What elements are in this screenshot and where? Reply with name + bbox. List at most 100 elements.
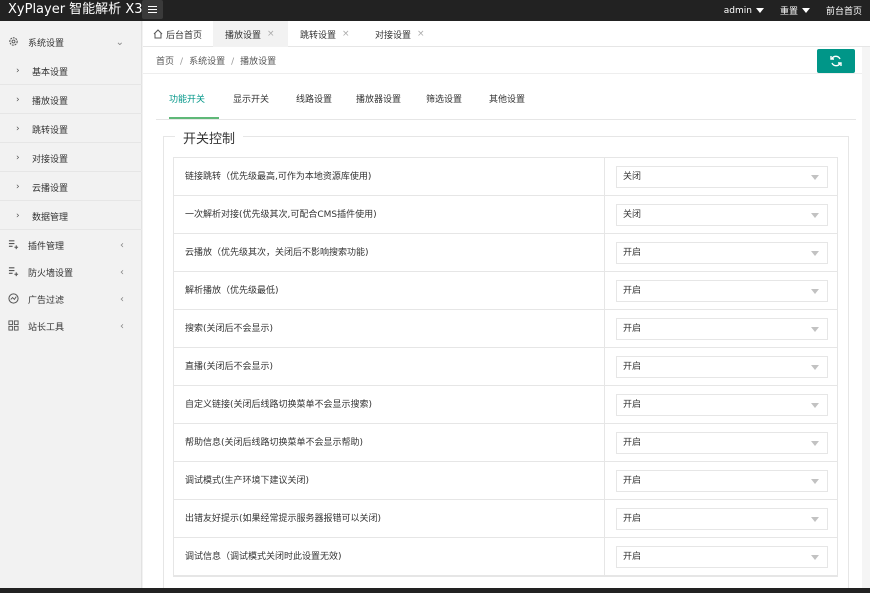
top-nav: admin 重置 前台首页: [716, 0, 870, 21]
subtab-line-settings[interactable]: 线路设置: [296, 94, 332, 119]
switch-select[interactable]: 开启: [616, 508, 828, 530]
caret-down-icon: [811, 327, 819, 332]
select-value: 开启: [623, 286, 642, 296]
caret-down-icon: [755, 8, 764, 13]
select-value: 开启: [623, 248, 642, 258]
tab-play-settings[interactable]: 播放设置 ×: [213, 21, 288, 47]
sidebar-item-system[interactable]: 系统设置 ⌄: [0, 29, 142, 55]
sidebar-item-label: 防火墙设置: [28, 268, 74, 279]
breadcrumb-separator: /: [231, 57, 235, 67]
switch-select[interactable]: 开启: [616, 356, 828, 378]
subtab-other-settings[interactable]: 其他设置: [489, 94, 525, 119]
breadcrumb-home[interactable]: 首页: [156, 57, 174, 67]
chevron-right-icon: ›: [16, 153, 20, 163]
sidebar-subitem-data[interactable]: › 数据管理: [0, 203, 142, 229]
select-value: 开启: [623, 552, 642, 562]
sidebar-subitem-dock[interactable]: › 对接设置: [0, 145, 142, 171]
admin-label: admin: [723, 5, 752, 16]
top-bar: XyPlayer 智能解析 X3 admin 重置 前台首页: [0, 0, 870, 21]
table-row: 自定义链接(关闭后线路切换菜单不会显示搜索) 开启: [174, 386, 837, 424]
caret-down-icon: [811, 365, 819, 370]
section-title: 开关控制: [175, 128, 244, 147]
sidebar-subitem-label: 播放设置: [32, 96, 69, 107]
reset-menu[interactable]: 重置: [772, 4, 818, 17]
gear-icon: [9, 37, 18, 46]
table-row: 调试信息（调试模式关闭时此设置无效) 开启: [174, 538, 837, 576]
switch-select[interactable]: 开启: [616, 280, 828, 302]
caret-down-icon: [811, 555, 819, 560]
chevron-down-icon: ⌄: [115, 36, 124, 48]
subtab-player-settings[interactable]: 播放器设置: [356, 94, 401, 119]
sidebar-item-label: 插件管理: [28, 241, 65, 252]
caret-down-icon: [811, 289, 819, 294]
sidebar-subitem-label: 对接设置: [32, 154, 69, 165]
sidebar-subitem-jump[interactable]: › 跳转设置: [0, 116, 142, 142]
close-icon[interactable]: ×: [417, 29, 425, 39]
sidebar-subitem-label: 云播设置: [32, 183, 69, 194]
row-label: 调试模式(生产环境下建议关闭): [174, 462, 605, 500]
switch-select[interactable]: 开启: [616, 318, 828, 340]
brand-title: XyPlayer 智能解析 X3: [8, 2, 143, 17]
chevron-right-icon: ›: [16, 95, 20, 105]
subtab-display-switch[interactable]: 显示开关: [233, 94, 269, 119]
tab-label: 对接设置: [375, 30, 412, 41]
table-row: 云播放（优先级其次，关闭后不影响搜索功能) 开启: [174, 234, 837, 272]
select-value: 关闭: [623, 210, 642, 220]
table-row: 链接跳转（优先级最高,可作为本地资源库使用) 关闭: [174, 158, 837, 196]
select-value: 开启: [623, 362, 642, 372]
sidebar-subitem-cloud[interactable]: › 云播设置: [0, 174, 142, 200]
chevron-right-icon: ›: [16, 211, 20, 221]
chevron-right-icon: ›: [16, 182, 20, 192]
table-row: 帮助信息(关闭后线路切换菜单不会显示帮助) 开启: [174, 424, 837, 462]
admin-menu[interactable]: admin: [716, 6, 772, 16]
sidebar-item-firewall[interactable]: 防火墙设置 ‹: [0, 259, 142, 285]
menu-toggle-button[interactable]: [142, 0, 163, 19]
sidebar-item-adfilter[interactable]: 广告过滤 ‹: [0, 286, 142, 312]
list-add-icon: [8, 267, 19, 277]
row-label: 帮助信息(关闭后线路切换菜单不会显示帮助): [174, 424, 605, 462]
switch-select[interactable]: 开启: [616, 394, 828, 416]
subtab-feature-switch[interactable]: 功能开关: [169, 94, 219, 119]
tab-label: 播放设置: [225, 30, 262, 41]
footer-bar: [0, 588, 870, 593]
chevron-left-icon: ‹: [120, 320, 124, 332]
switch-select[interactable]: 开启: [616, 470, 828, 492]
tab-home[interactable]: 后台首页: [143, 21, 213, 47]
close-icon[interactable]: ×: [267, 29, 275, 39]
tab-label: 后台首页: [166, 30, 203, 41]
breadcrumb-system[interactable]: 系统设置: [189, 57, 225, 67]
chevron-right-icon: ›: [16, 66, 20, 76]
row-label: 云播放（优先级其次，关闭后不影响搜索功能): [174, 234, 605, 272]
select-value: 开启: [623, 324, 642, 334]
switch-select[interactable]: 开启: [616, 242, 828, 264]
switch-select[interactable]: 开启: [616, 432, 828, 454]
caret-down-icon: [811, 175, 819, 180]
chevron-left-icon: ‹: [120, 239, 124, 251]
sidebar-subitem-play[interactable]: › 播放设置: [0, 87, 142, 113]
frontend-link[interactable]: 前台首页: [818, 4, 870, 17]
sidebar-item-plugins[interactable]: 插件管理 ‹: [0, 232, 142, 258]
switch-select[interactable]: 关闭: [616, 166, 828, 188]
table-row: 出错友好提示(如果经常提示服务器报错可以关闭) 开启: [174, 500, 837, 538]
sidebar-subitem-basic[interactable]: › 基本设置: [0, 58, 142, 84]
select-value: 开启: [623, 400, 642, 410]
breadcrumb-separator: /: [180, 57, 184, 67]
scrollbar[interactable]: [862, 47, 870, 588]
sidebar-subitem-label: 基本设置: [32, 67, 69, 78]
subtab-filter-settings[interactable]: 筛选设置: [426, 94, 462, 119]
switch-select[interactable]: 开启: [616, 546, 828, 568]
reset-label: 重置: [779, 7, 798, 17]
close-icon[interactable]: ×: [342, 29, 350, 39]
sidebar-item-tools[interactable]: 站长工具 ‹: [0, 313, 142, 339]
tab-dock-settings[interactable]: 对接设置 ×: [363, 21, 438, 47]
table-row: 解析播放（优先级最低) 开启: [174, 272, 837, 310]
refresh-button[interactable]: [817, 49, 855, 73]
table-row: 调试模式(生产环境下建议关闭) 开启: [174, 462, 837, 500]
row-label: 搜索(关闭后不会显示): [174, 310, 605, 348]
caret-down-icon: [811, 441, 819, 446]
caret-down-icon: [811, 213, 819, 218]
switch-select[interactable]: 关闭: [616, 204, 828, 226]
sidebar: 系统设置 ⌄ › 基本设置 › 播放设置 › 跳转设置 › 对接设置 › 云播设置 › 数据…: [0, 21, 142, 588]
caret-down-icon: [811, 251, 819, 256]
tab-jump-settings[interactable]: 跳转设置 ×: [288, 21, 363, 47]
